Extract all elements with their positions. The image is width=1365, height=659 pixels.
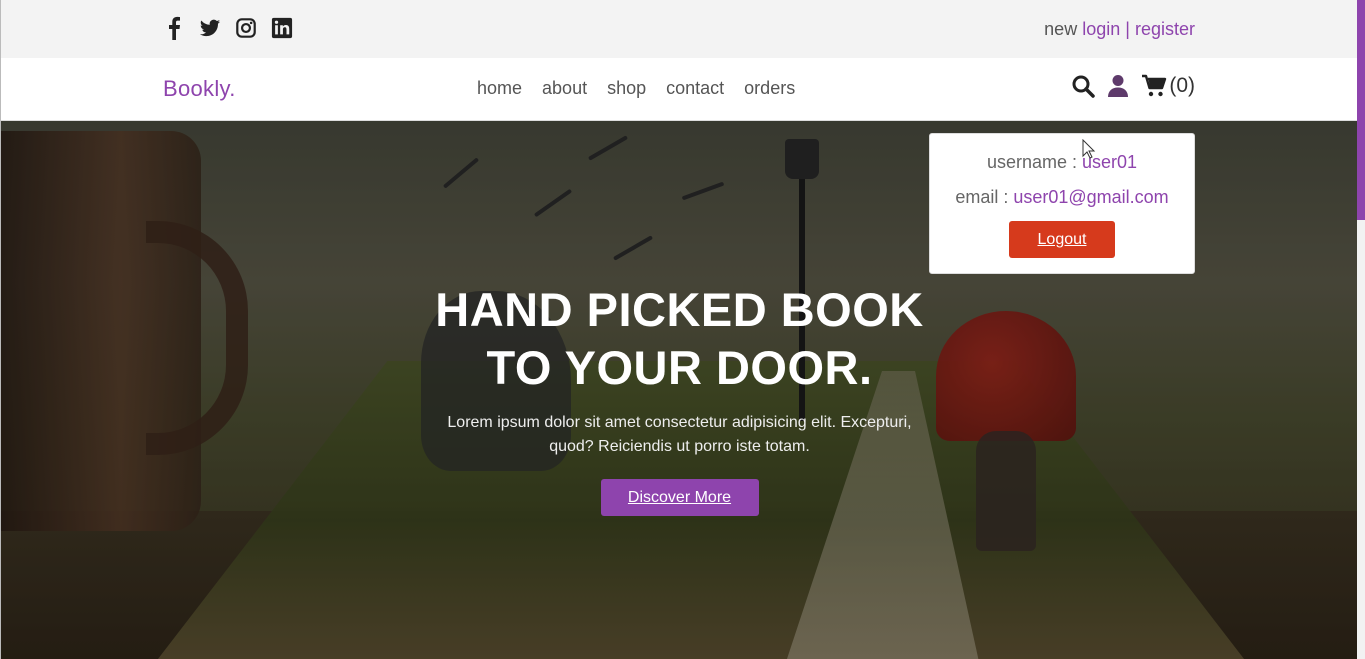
hero-content: HAND PICKED BOOK TO YOUR DOOR. Lorem ips… [1, 281, 1357, 516]
nav-shop[interactable]: shop [607, 78, 646, 99]
social-links [163, 16, 293, 40]
hero-title-line-2: TO YOUR DOOR. [486, 341, 873, 394]
hero-title-line-1: HAND PICKED BOOK [435, 283, 924, 336]
auth-links: new login | register [1044, 19, 1195, 40]
user-icon[interactable] [1107, 74, 1129, 98]
nav-home[interactable]: home [477, 78, 522, 99]
hero-text: Lorem ipsum dolor sit amet consectetur a… [447, 414, 912, 455]
logo[interactable]: Bookly. [163, 76, 236, 102]
cart-button[interactable]: (0) [1141, 74, 1195, 98]
search-icon[interactable] [1071, 74, 1096, 98]
auth-prefix: new [1044, 19, 1078, 39]
page: new login | register Bookly. home about … [0, 0, 1357, 659]
nav-icons: (0) [1071, 74, 1195, 98]
twitter-icon[interactable] [199, 16, 221, 40]
instagram-icon[interactable] [235, 16, 257, 40]
logout-button[interactable]: Logout [1009, 221, 1115, 258]
discover-more-button[interactable]: Discover More [600, 479, 759, 516]
cart-icon [1141, 74, 1167, 98]
auth-separator: | [1125, 19, 1130, 39]
main-nav: home about shop contact orders [477, 78, 795, 99]
email-label: email : [955, 187, 1009, 207]
page-scrollbar[interactable] [1357, 0, 1365, 659]
nav-about[interactable]: about [542, 78, 587, 99]
email-value: user01@gmail.com [1013, 187, 1169, 207]
cart-count: (0) [1169, 74, 1195, 97]
hero-title: HAND PICKED BOOK TO YOUR DOOR. [1, 281, 1357, 397]
username-row: username : user01 [930, 152, 1194, 173]
scrollbar-thumb[interactable] [1357, 0, 1365, 220]
email-row: email : user01@gmail.com [930, 187, 1194, 208]
linkedin-icon[interactable] [271, 16, 293, 40]
header-top: new login | register [1, 0, 1357, 58]
username-label: username : [986, 152, 1077, 172]
user-dropdown: username : user01 email : user01@gmail.c… [929, 133, 1195, 274]
facebook-icon[interactable] [163, 16, 185, 40]
header-nav: Bookly. home about shop contact orders (… [1, 58, 1357, 121]
mouse-cursor-icon [1082, 139, 1096, 159]
register-link[interactable]: register [1135, 19, 1195, 39]
login-link[interactable]: login [1082, 19, 1120, 39]
nav-orders[interactable]: orders [744, 78, 795, 99]
nav-contact[interactable]: contact [666, 78, 724, 99]
